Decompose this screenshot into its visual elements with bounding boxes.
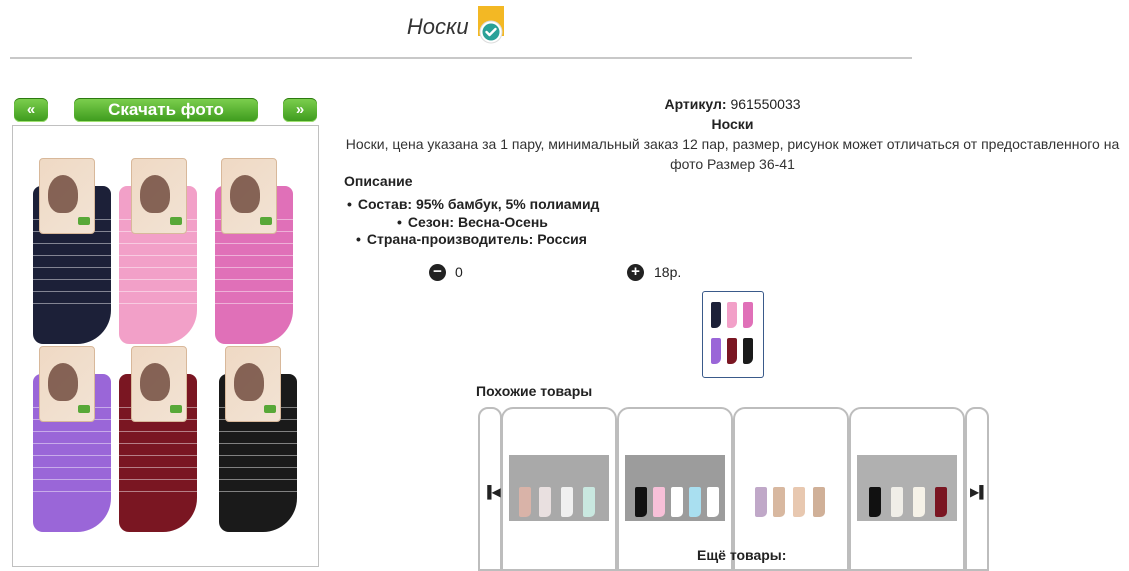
price-value: 18р. bbox=[654, 264, 682, 280]
spec-item: • Состав: 95% бамбук, 5% полиамид bbox=[347, 196, 600, 212]
similar-product-image bbox=[509, 455, 609, 521]
carousel-next-button[interactable]: ▶▌ bbox=[965, 407, 989, 571]
similar-product-card[interactable] bbox=[849, 407, 965, 571]
spec-item: • Страна-производитель: Россия bbox=[356, 231, 587, 247]
title-bar: Носки bbox=[0, 6, 912, 46]
next-photo-button[interactable]: » bbox=[283, 98, 317, 122]
sock-label-card bbox=[39, 158, 95, 234]
article-value: 961550033 bbox=[730, 96, 801, 112]
similar-product-image bbox=[741, 455, 841, 521]
sock-label-card bbox=[39, 346, 95, 422]
more-goods-heading: Ещё товары: bbox=[697, 547, 787, 563]
sock-label-card bbox=[221, 158, 277, 234]
plus-circle-icon[interactable]: + bbox=[627, 264, 644, 281]
product-info: Артикул: 961550033 Носки Носки, цена ука… bbox=[330, 94, 1129, 174]
sock-label-card bbox=[131, 158, 187, 234]
article-row: Артикул: 961550033 bbox=[330, 94, 1129, 114]
sock-label-card bbox=[225, 346, 281, 422]
product-photo[interactable] bbox=[12, 125, 319, 567]
minus-circle-icon[interactable]: − bbox=[429, 264, 446, 281]
article-label: Артикул: bbox=[664, 96, 727, 112]
spec-item: • Сезон: Весна-Осень bbox=[397, 214, 548, 230]
page-title: Носки bbox=[406, 14, 469, 39]
product-name: Носки bbox=[711, 116, 754, 132]
sock-label-card bbox=[131, 346, 187, 422]
download-photo-button[interactable]: Скачать фото bbox=[74, 98, 258, 122]
description-heading: Описание bbox=[344, 173, 413, 189]
similar-product-image bbox=[857, 455, 957, 521]
similar-products-heading: Похожие товары bbox=[476, 383, 593, 399]
carousel-next-icon: ▶▌ bbox=[970, 485, 988, 499]
product-description: Носки, цена указана за 1 пару, минимальн… bbox=[345, 136, 1120, 152]
carousel-prev-button[interactable]: ▐◀ bbox=[478, 407, 502, 571]
photo-thumbnail[interactable] bbox=[702, 291, 764, 378]
title-divider bbox=[10, 57, 912, 59]
carousel-prev-icon: ▐◀ bbox=[483, 485, 501, 499]
similar-product-card[interactable] bbox=[501, 407, 617, 571]
prev-photo-button[interactable]: « bbox=[14, 98, 48, 122]
quantity-value: 0 bbox=[455, 264, 463, 280]
check-badge-icon bbox=[477, 6, 505, 44]
product-description-cont: фото Размер 36-41 bbox=[670, 156, 795, 172]
similar-product-image bbox=[625, 455, 725, 521]
